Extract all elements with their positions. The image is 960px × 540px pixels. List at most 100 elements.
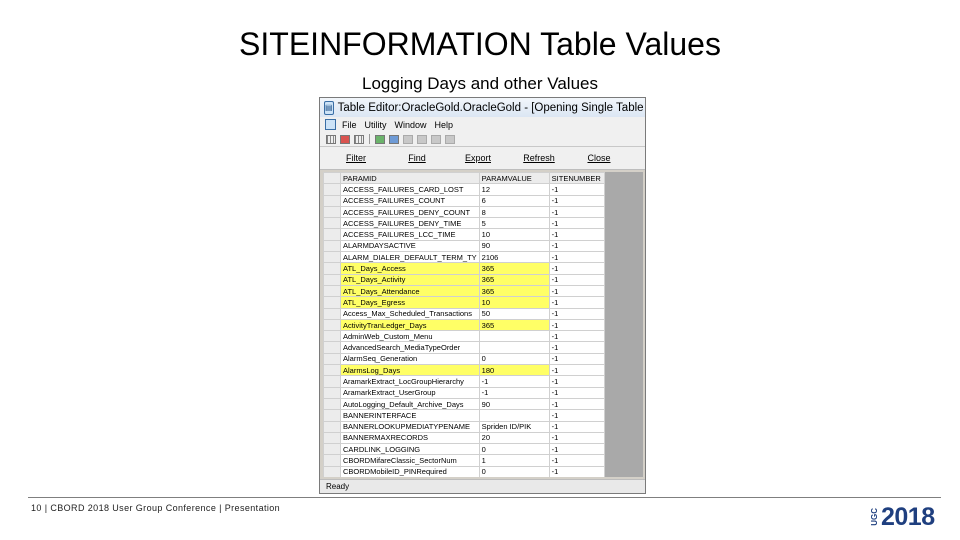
cell-paramvalue[interactable]: 10 (478, 228, 550, 241)
cell-paramvalue[interactable]: 12 (478, 183, 550, 196)
table-row[interactable]: ActivityTranLedger_Days 365 -1 (323, 318, 605, 332)
row-selector[interactable] (323, 397, 341, 411)
cell-sitenumber[interactable]: -1 (548, 273, 605, 286)
column-header-paramvalue[interactable]: PARAMVALUE (478, 172, 550, 185)
cell-paramvalue[interactable]: 365 (478, 284, 550, 298)
cell-sitenumber[interactable]: -1 (548, 443, 605, 456)
row-selector[interactable] (323, 443, 341, 456)
cell-sitenumber[interactable]: -1 (548, 307, 605, 320)
table-row[interactable]: ACCESS_FAILURES_COUNT 6 -1 (323, 194, 605, 207)
row-selector[interactable] (323, 284, 341, 298)
cell-paramvalue[interactable]: 90 (478, 397, 550, 411)
cell-paramid[interactable]: Access_Max_Scheduled_Transactions (340, 307, 480, 320)
cell-paramvalue[interactable]: 8 (478, 205, 550, 219)
table-row[interactable]: BANNERINTERFACE -1 (323, 409, 605, 422)
cell-paramid[interactable]: ACCESS_FAILURES_CARD_LOST (340, 183, 480, 196)
cell-sitenumber[interactable]: -1 (548, 217, 605, 230)
table-row[interactable]: BANNERMAXRECORDS 20 -1 (323, 431, 605, 445)
cell-paramid[interactable]: AdminWeb_Custom_Menu (340, 330, 480, 343)
row-selector[interactable] (323, 386, 341, 399)
table-row[interactable]: AutoLogging_Default_Archive_Days 90 -1 (323, 397, 605, 411)
table-row[interactable]: ALARMDAYSACTIVE 90 -1 (323, 239, 605, 253)
row-selector[interactable] (323, 228, 341, 241)
cell-sitenumber[interactable]: -1 (548, 341, 605, 354)
cell-sitenumber[interactable]: -1 (548, 228, 605, 241)
cell-paramid[interactable]: BANNERLOOKUPMEDIATYPENAME (340, 420, 480, 433)
cell-paramid[interactable]: AlarmsLog_Days (340, 364, 480, 377)
cell-paramid[interactable]: AlarmSeq_Generation (340, 352, 480, 366)
table-row[interactable]: ACCESS_FAILURES_CARD_LOST 12 -1 (323, 183, 605, 196)
copy-icon[interactable] (417, 134, 427, 144)
cell-paramid[interactable]: ACCESS_FAILURES_LCC_TIME (340, 228, 480, 241)
table-row[interactable]: ATL_Days_Access 365 -1 (323, 262, 605, 275)
cell-paramvalue[interactable] (478, 330, 550, 343)
cell-paramid[interactable]: ACCESS_FAILURES_DENY_COUNT (340, 205, 480, 219)
info-icon[interactable] (445, 134, 455, 144)
column-header-sitenumber[interactable]: SITENUMBER (548, 172, 605, 185)
document-icon[interactable] (325, 119, 336, 130)
cell-paramvalue[interactable]: -1 (478, 375, 550, 388)
menu-utility[interactable]: Utility (365, 120, 387, 130)
cell-sitenumber[interactable]: -1 (548, 205, 605, 219)
export-button[interactable]: Export (448, 151, 508, 166)
cell-paramid[interactable]: BANNERMAXRECORDS (340, 431, 480, 445)
cell-paramid[interactable]: AramarkExtract_LocGroupHierarchy (340, 375, 480, 388)
table-row[interactable]: AlarmSeq_Generation 0 -1 (323, 352, 605, 366)
row-selector-header[interactable] (323, 172, 341, 185)
cell-paramvalue[interactable]: -1 (478, 386, 550, 399)
cell-sitenumber[interactable]: -1 (548, 239, 605, 253)
row-selector[interactable] (323, 409, 341, 422)
cell-paramid[interactable]: AramarkExtract_UserGroup (340, 386, 480, 399)
table-row[interactable]: ALARM_DIALER_DEFAULT_TERM_TY 2106 -1 (323, 251, 605, 264)
refresh-icon[interactable] (389, 134, 399, 144)
paste-icon[interactable] (431, 134, 441, 144)
row-selector[interactable] (323, 375, 341, 388)
menu-help[interactable]: Help (435, 120, 454, 130)
cell-paramvalue[interactable]: 0 (478, 352, 550, 366)
row-selector[interactable] (323, 454, 341, 467)
cell-paramvalue[interactable]: 0 (478, 465, 550, 477)
row-selector[interactable] (323, 205, 341, 219)
table-row[interactable]: ATL_Days_Attendance 365 -1 (323, 284, 605, 298)
cell-paramvalue[interactable] (478, 409, 550, 422)
cell-sitenumber[interactable]: -1 (548, 296, 605, 309)
cell-paramid[interactable]: CARDLINK_LOGGING (340, 443, 480, 456)
cell-sitenumber[interactable]: -1 (548, 397, 605, 411)
row-selector[interactable] (323, 262, 341, 275)
cell-sitenumber[interactable]: -1 (548, 262, 605, 275)
table-row[interactable]: ACCESS_FAILURES_LCC_TIME 10 -1 (323, 228, 605, 241)
grid-icon[interactable] (354, 134, 364, 144)
delete-icon[interactable] (340, 134, 350, 144)
row-selector[interactable] (323, 217, 341, 230)
cell-sitenumber[interactable]: -1 (548, 454, 605, 467)
cell-sitenumber[interactable]: -1 (548, 318, 605, 332)
row-selector[interactable] (323, 431, 341, 445)
row-selector[interactable] (323, 420, 341, 433)
cell-sitenumber[interactable]: -1 (548, 364, 605, 377)
cell-sitenumber[interactable]: -1 (548, 431, 605, 445)
row-selector[interactable] (323, 330, 341, 343)
cell-paramid[interactable]: ATL_Days_Egress (340, 296, 480, 309)
cell-sitenumber[interactable]: -1 (548, 386, 605, 399)
cell-paramvalue[interactable]: 20 (478, 431, 550, 445)
menu-file[interactable]: File (342, 120, 357, 130)
cell-paramvalue[interactable] (478, 341, 550, 354)
cell-sitenumber[interactable]: -1 (548, 465, 605, 477)
row-selector[interactable] (323, 194, 341, 207)
close-button[interactable]: Close (569, 151, 629, 166)
table-row[interactable]: AlarmsLog_Days 180 -1 (323, 364, 605, 377)
cell-paramvalue[interactable]: 90 (478, 239, 550, 253)
data-grid[interactable]: PARAMID PARAMVALUE SITENUMBER ACCESS_FAI… (323, 172, 643, 477)
cell-sitenumber[interactable]: -1 (548, 194, 605, 207)
column-header-paramid[interactable]: PARAMID (340, 172, 480, 185)
cell-sitenumber[interactable]: -1 (548, 420, 605, 433)
cell-paramid[interactable]: CBORDMifareClassic_SectorNum (340, 454, 480, 467)
row-selector[interactable] (323, 183, 341, 196)
cell-paramvalue[interactable]: 180 (478, 364, 550, 377)
row-selector[interactable] (323, 273, 341, 286)
refresh-button[interactable]: Refresh (509, 151, 569, 166)
cell-paramid[interactable]: ATL_Days_Activity (340, 273, 480, 286)
cell-sitenumber[interactable]: -1 (548, 352, 605, 366)
cell-paramid[interactable]: ALARM_DIALER_DEFAULT_TERM_TY (340, 251, 480, 264)
cut-icon[interactable] (403, 134, 413, 144)
